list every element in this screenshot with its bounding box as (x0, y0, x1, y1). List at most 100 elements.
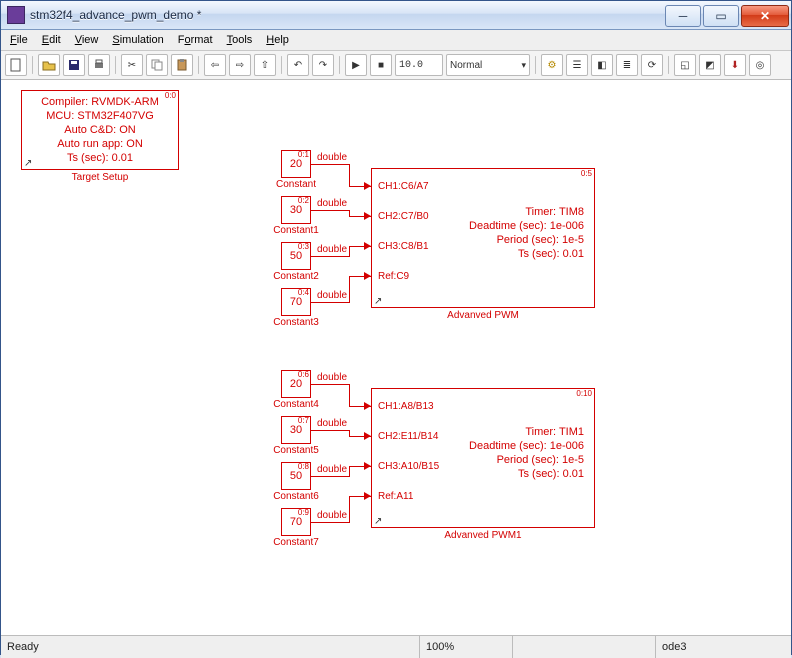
print-icon[interactable] (88, 54, 110, 76)
explorer-icon[interactable]: ◧ (591, 54, 613, 76)
signal-line (311, 302, 349, 303)
signal-arrow-icon (364, 242, 371, 250)
block-label: Constant3 (273, 317, 319, 328)
main-window: stm32f4_advance_pwm_demo * ─ ▭ ✕ File Ed… (0, 0, 792, 655)
signal-type-label: double (317, 198, 347, 209)
signal-type-label: double (317, 418, 347, 429)
menu-help[interactable]: Help (259, 32, 296, 48)
signal-type-label: double (317, 244, 347, 255)
build-icon[interactable]: ⚙ (541, 54, 563, 76)
signal-type-label: double (317, 372, 347, 383)
block-constant[interactable]: 0:120 (281, 150, 311, 178)
block-constant[interactable]: 0:230 (281, 196, 311, 224)
menu-view[interactable]: View (68, 32, 106, 48)
menu-file[interactable]: File (3, 32, 35, 48)
signal-arrow-icon (364, 492, 371, 500)
block-label: Constant6 (273, 491, 319, 502)
signal-line (311, 256, 349, 257)
block-constant[interactable]: 0:620 (281, 370, 311, 398)
port-index-label: 0:2 (298, 196, 309, 205)
data-icon[interactable]: ☰ (566, 54, 588, 76)
block-label: Constant1 (273, 225, 319, 236)
signal-arrow-icon (364, 212, 371, 220)
stack-icon[interactable]: ≣ (616, 54, 638, 76)
signal-type-label: double (317, 290, 347, 301)
block-advanced-pwm[interactable]: 0:5 CH1:C6/A7 CH2:C7/B0 CH3:C8/B1 Ref:C9… (371, 168, 595, 308)
signal-line (311, 164, 349, 165)
block-target-setup[interactable]: 0:0 Compiler: RVMDK-ARM MCU: STM32F407VG… (21, 90, 179, 170)
signal-line (349, 496, 350, 523)
port-index-label: 0:9 (298, 508, 309, 517)
stop-time-field[interactable]: 10.0 (395, 54, 443, 76)
signal-line (349, 246, 350, 257)
block-label: Constant2 (273, 271, 319, 282)
cut-icon[interactable]: ✂ (121, 54, 143, 76)
forward-icon[interactable]: ⇨ (229, 54, 251, 76)
port-index-label: 0:3 (298, 242, 309, 251)
library-icon[interactable]: ◱ (674, 54, 696, 76)
target-icon[interactable]: ◎ (749, 54, 771, 76)
block-advanced-pwm1[interactable]: 0:10 CH1:A8/B13 CH2:E11/B14 CH3:A10/B15 … (371, 388, 595, 528)
port-index-label: 0:0 (165, 91, 176, 100)
signal-line (311, 210, 349, 211)
undo-icon[interactable]: ↶ (287, 54, 309, 76)
menu-sim[interactable]: Simulation (105, 32, 170, 48)
start-sim-icon[interactable]: ▶ (345, 54, 367, 76)
app-icon (7, 6, 25, 24)
signal-arrow-icon (364, 182, 371, 190)
config-icon[interactable]: ◩ (699, 54, 721, 76)
block-label: Target Setup (72, 172, 129, 183)
port-index-label: 0:1 (298, 150, 309, 159)
signal-type-label: double (317, 152, 347, 163)
copy-icon[interactable] (146, 54, 168, 76)
signal-arrow-icon (364, 402, 371, 410)
close-button[interactable]: ✕ (741, 5, 789, 27)
port-index-label: 0:8 (298, 462, 309, 471)
signal-line (349, 384, 350, 407)
signal-line (311, 384, 349, 385)
up-icon[interactable]: ⇧ (254, 54, 276, 76)
block-label: Constant (276, 179, 316, 190)
menu-tools[interactable]: Tools (220, 32, 260, 48)
block-constant[interactable]: 0:730 (281, 416, 311, 444)
redo-icon[interactable]: ↷ (312, 54, 334, 76)
link-indicator-icon: ↗ (374, 516, 382, 527)
port-index-label: 0:7 (298, 416, 309, 425)
signal-type-label: double (317, 510, 347, 521)
menu-bar: File Edit View Simulation Format Tools H… (1, 30, 791, 51)
back-icon[interactable]: ⇦ (204, 54, 226, 76)
signal-line (311, 476, 349, 477)
paste-icon[interactable] (171, 54, 193, 76)
block-constant[interactable]: 0:850 (281, 462, 311, 490)
block-constant[interactable]: 0:970 (281, 508, 311, 536)
maximize-button[interactable]: ▭ (703, 5, 739, 27)
stop-sim-icon[interactable]: ■ (370, 54, 392, 76)
signal-arrow-icon (364, 432, 371, 440)
signal-line (349, 276, 350, 303)
block-constant[interactable]: 0:470 (281, 288, 311, 316)
signal-line (311, 430, 349, 431)
title-bar[interactable]: stm32f4_advance_pwm_demo * ─ ▭ ✕ (1, 1, 791, 30)
signal-type-label: double (317, 464, 347, 475)
minimize-button[interactable]: ─ (665, 5, 701, 27)
window-title: stm32f4_advance_pwm_demo * (30, 8, 665, 22)
link-indicator-icon: ↗ (374, 296, 382, 307)
menu-edit[interactable]: Edit (35, 32, 68, 48)
block-label: Constant4 (273, 399, 319, 410)
signal-arrow-icon (364, 272, 371, 280)
port-index-label: 0:5 (581, 169, 592, 178)
signal-arrow-icon (364, 462, 371, 470)
model-canvas[interactable]: 0:0 Compiler: RVMDK-ARM MCU: STM32F407VG… (1, 80, 791, 635)
port-index-label: 0:10 (576, 389, 592, 398)
save-icon[interactable] (63, 54, 85, 76)
block-label: Advanved PWM1 (444, 530, 521, 541)
download-icon[interactable]: ⬇ (724, 54, 746, 76)
refresh-icon[interactable]: ⟳ (641, 54, 663, 76)
menu-format[interactable]: Format (171, 32, 220, 48)
block-constant[interactable]: 0:350 (281, 242, 311, 270)
open-icon[interactable] (38, 54, 60, 76)
signal-line (311, 522, 349, 523)
signal-line (349, 466, 350, 477)
sim-mode-select[interactable]: Normal (446, 54, 530, 76)
new-icon[interactable] (5, 54, 27, 76)
